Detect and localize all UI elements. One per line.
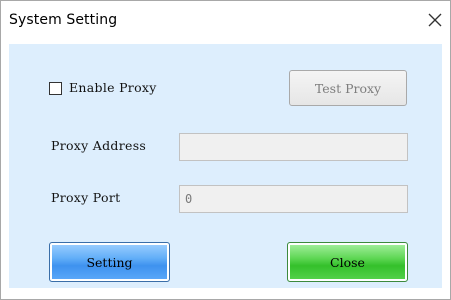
enable-proxy-checkbox[interactable]	[49, 82, 62, 95]
close-button-label: Close	[330, 254, 365, 270]
close-icon[interactable]	[424, 9, 446, 31]
title-bar: System Setting	[1, 1, 450, 39]
proxy-port-field[interactable]: 0	[179, 185, 408, 213]
settings-panel: Enable Proxy Test Proxy Proxy Address Pr…	[9, 44, 442, 288]
proxy-address-label: Proxy Address	[51, 138, 147, 153]
proxy-port-label: Proxy Port	[51, 190, 121, 205]
test-proxy-button[interactable]: Test Proxy	[289, 70, 407, 106]
window-title: System Setting	[9, 12, 118, 28]
close-button[interactable]: Close	[287, 242, 408, 282]
setting-button-label: Setting	[86, 254, 133, 270]
setting-button[interactable]: Setting	[49, 242, 170, 282]
enable-proxy-label[interactable]: Enable Proxy	[69, 80, 157, 95]
proxy-address-field[interactable]	[179, 133, 408, 161]
system-setting-dialog: System Setting Enable Proxy Test Proxy P…	[0, 0, 451, 300]
